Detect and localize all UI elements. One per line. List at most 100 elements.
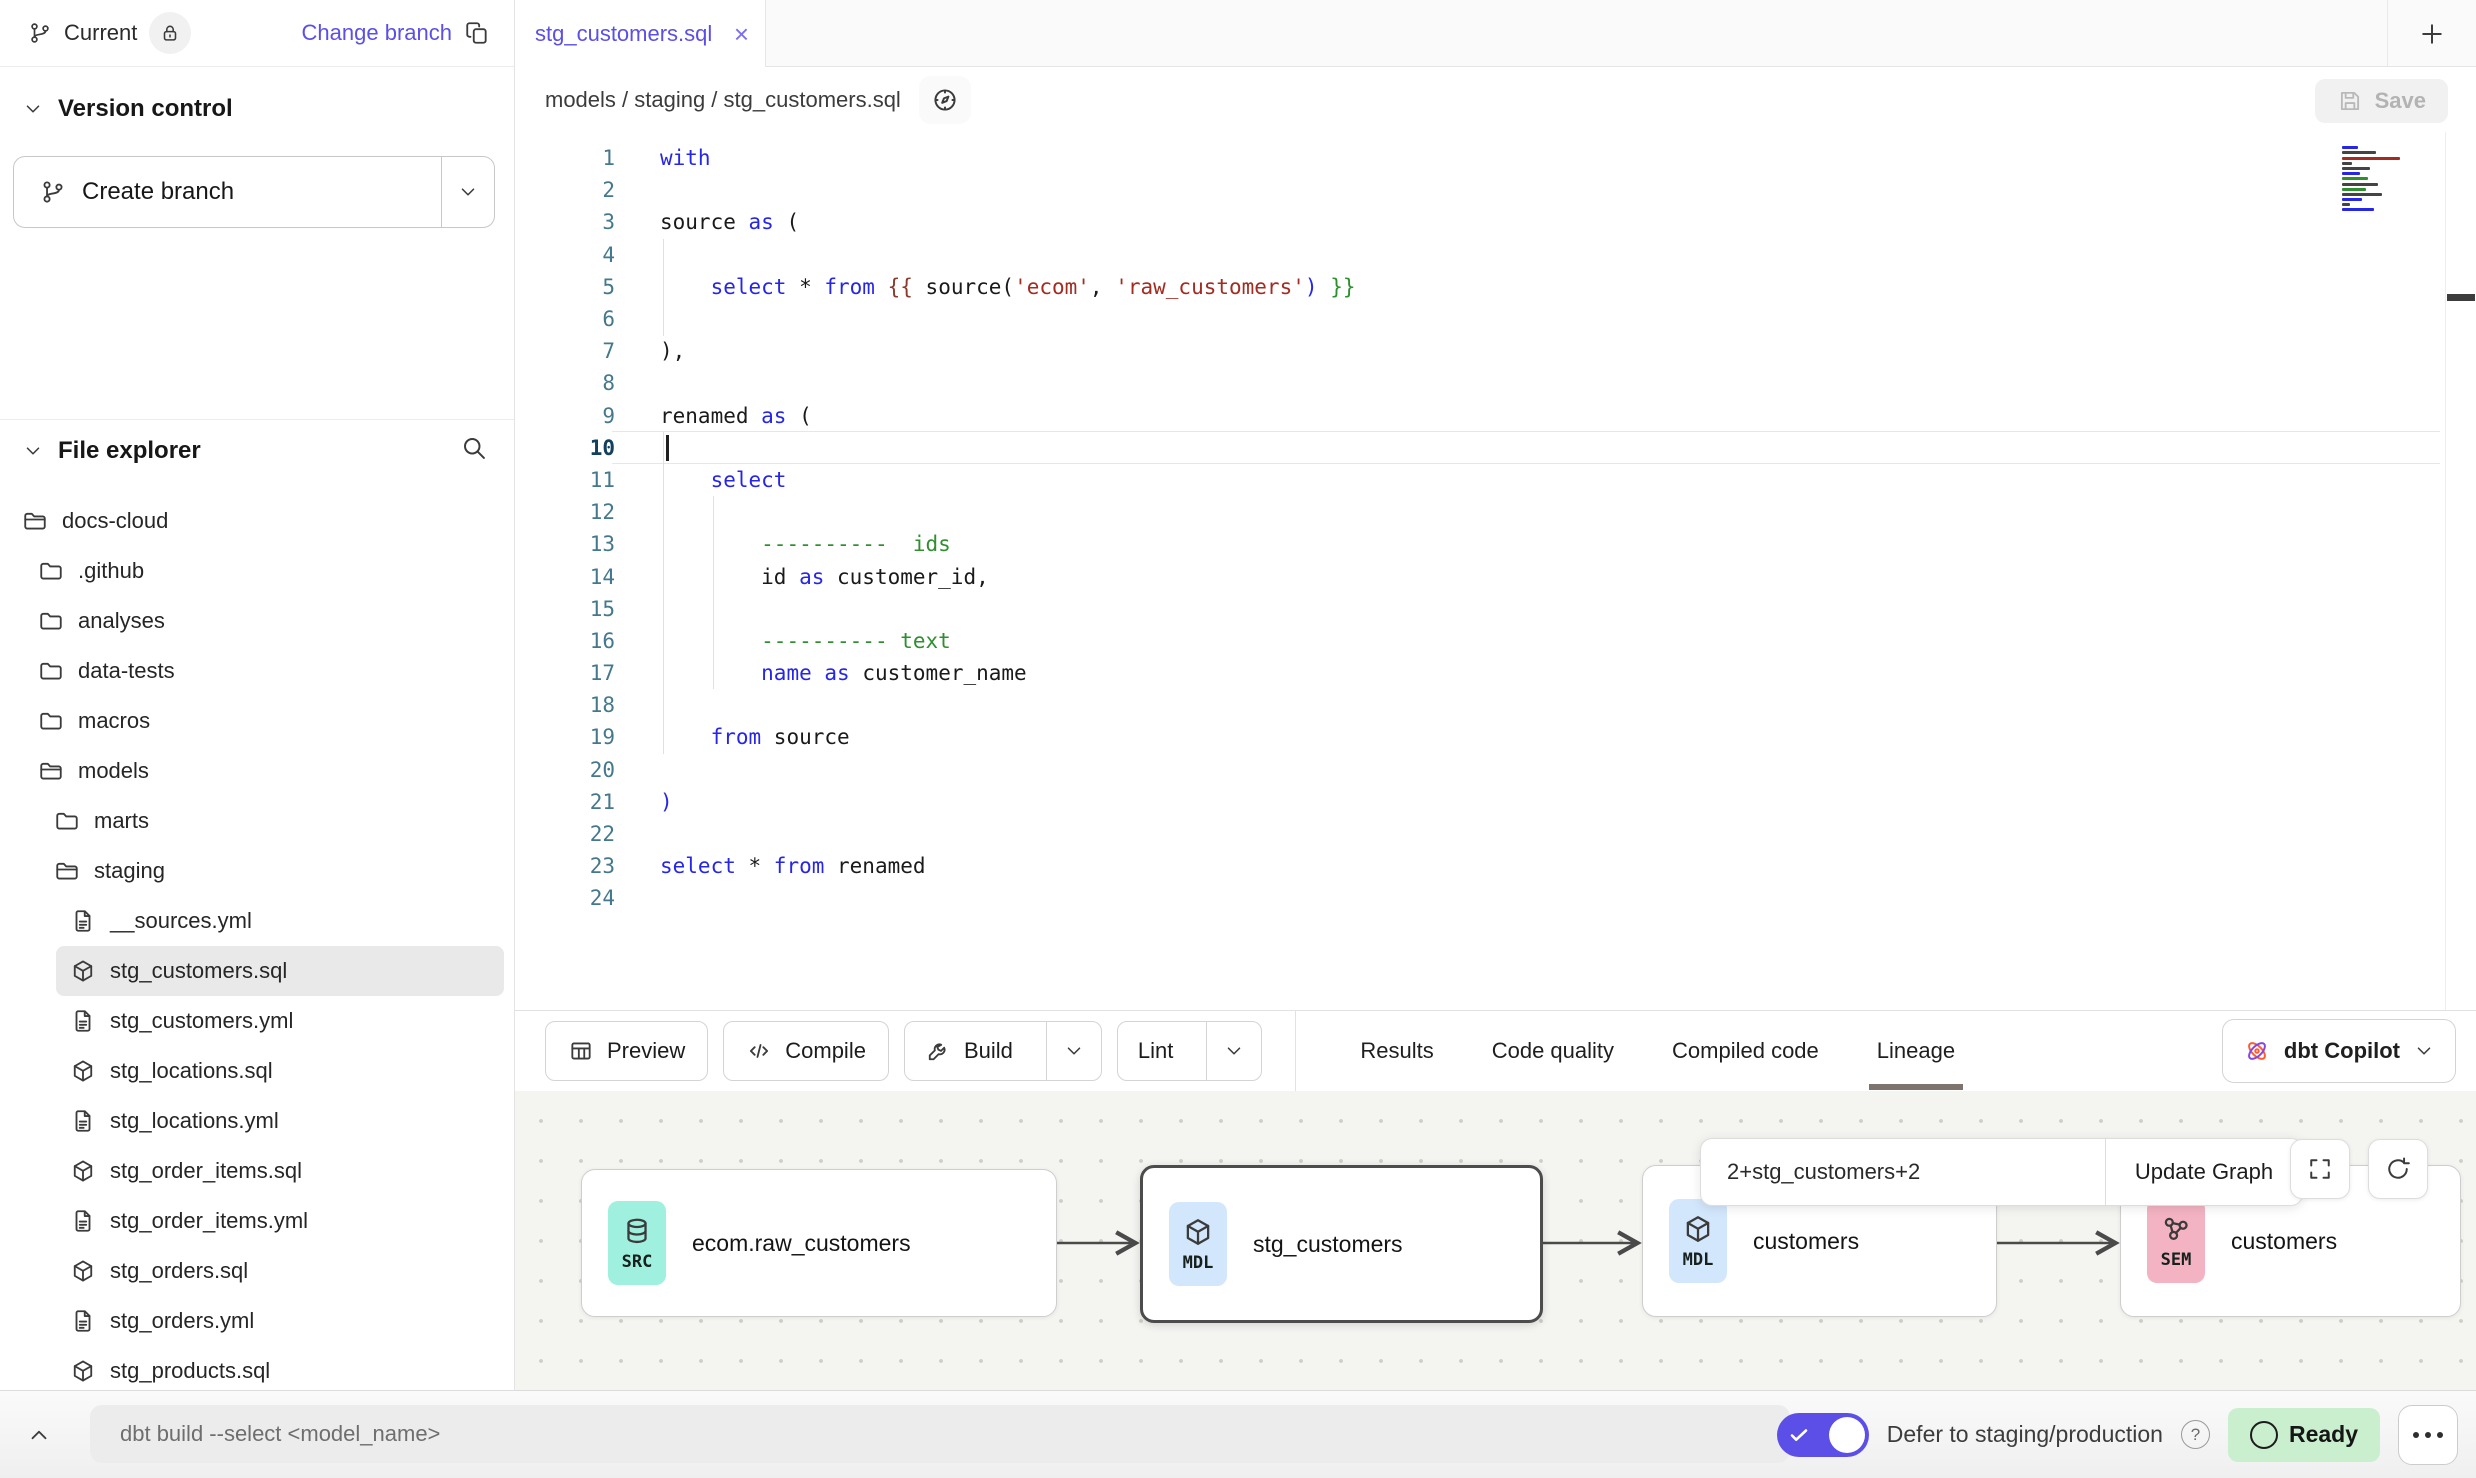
lineage-selector-input[interactable]: 2+stg_customers+2	[1700, 1138, 2105, 1206]
file-icon	[70, 1208, 96, 1234]
file-tree-item-stg_customers.sql[interactable]: stg_customers.sql	[56, 946, 504, 996]
line-code: from source	[615, 725, 850, 749]
editor-line-22[interactable]: 22	[515, 818, 2476, 850]
editor-line-13[interactable]: 13 ---------- ids	[515, 528, 2476, 560]
create-branch-button[interactable]: Create branch	[13, 156, 495, 228]
ready-status-button[interactable]: Ready	[2228, 1408, 2380, 1462]
create-branch-main[interactable]: Create branch	[14, 157, 441, 227]
lineage-node-ecom.raw_customers[interactable]: SRCecom.raw_customers	[581, 1169, 1057, 1317]
version-control-title: Version control	[58, 95, 233, 123]
file-tree-label: models	[78, 758, 149, 784]
build-button[interactable]: Build	[904, 1021, 1102, 1081]
editor-line-19[interactable]: 19 from source	[515, 721, 2476, 753]
file-tree-item-analyses[interactable]: analyses	[0, 596, 514, 646]
editor-line-8[interactable]: 8	[515, 367, 2476, 399]
file-tree-item-docs-cloud[interactable]: docs-cloud	[0, 496, 514, 546]
file-tree-item-stg_customers.yml[interactable]: stg_customers.yml	[0, 996, 514, 1046]
editor-line-5[interactable]: 5 select * from {{ source('ecom', 'raw_c…	[515, 271, 2476, 303]
editor-line-20[interactable]: 20	[515, 754, 2476, 786]
file-tree-item-marts[interactable]: marts	[0, 796, 514, 846]
more-options-button[interactable]	[2398, 1405, 2458, 1465]
fullscreen-button[interactable]	[2290, 1139, 2350, 1199]
change-branch-link[interactable]: Change branch	[302, 20, 452, 46]
version-control-header[interactable]: Version control	[0, 67, 514, 123]
new-tab-button[interactable]	[2387, 0, 2476, 67]
line-code: )	[615, 790, 673, 814]
file-tree-item-models[interactable]: models	[0, 746, 514, 796]
editor-line-17[interactable]: 17 name as customer_name	[515, 657, 2476, 689]
lint-main[interactable]: Lint	[1118, 1022, 1193, 1080]
file-tree-item-__sources.yml[interactable]: __sources.yml	[0, 896, 514, 946]
editor-line-16[interactable]: 16 ---------- text	[515, 625, 2476, 657]
compile-button[interactable]: Compile	[723, 1021, 889, 1081]
close-icon[interactable]: ×	[734, 21, 749, 47]
node-label: ecom.raw_customers	[692, 1230, 911, 1257]
tab-stg-customers-sql[interactable]: stg_customers.sql ×	[515, 0, 766, 67]
file-tree-item-stg_products.sql[interactable]: stg_products.sql	[0, 1346, 514, 1391]
editor-line-12[interactable]: 12	[515, 496, 2476, 528]
editor-line-23[interactable]: 23select * from renamed	[515, 850, 2476, 882]
file-tree-item-stg_order_items.sql[interactable]: stg_order_items.sql	[0, 1146, 514, 1196]
editor-line-15[interactable]: 15	[515, 593, 2476, 625]
file-tree-item-stg_orders.sql[interactable]: stg_orders.sql	[0, 1246, 514, 1296]
file-tree-item-stg_order_items.yml[interactable]: stg_order_items.yml	[0, 1196, 514, 1246]
code-editor[interactable]: 1with23source as (45 select * from {{ so…	[515, 132, 2476, 1010]
editor-tabbar: stg_customers.sql ×	[515, 0, 2476, 67]
preview-button[interactable]: Preview	[545, 1021, 708, 1081]
update-graph-button[interactable]: Update Graph	[2105, 1138, 2303, 1206]
tab-results[interactable]: Results	[1360, 1030, 1433, 1072]
copy-icon[interactable]	[464, 20, 490, 46]
lint-dropdown[interactable]	[1206, 1022, 1261, 1080]
editor-line-4[interactable]: 4	[515, 239, 2476, 271]
file-tree-item-macros[interactable]: macros	[0, 696, 514, 746]
build-main[interactable]: Build	[905, 1022, 1033, 1080]
chevron-up-icon[interactable]	[26, 1422, 52, 1448]
help-icon[interactable]: ?	[2181, 1420, 2210, 1449]
defer-toggle[interactable]	[1777, 1413, 1869, 1457]
line-number: 6	[515, 307, 615, 331]
build-dropdown[interactable]	[1046, 1022, 1101, 1080]
file-explorer-header[interactable]: File explorer	[0, 420, 514, 482]
copilot-compass-button[interactable]	[919, 76, 971, 124]
create-branch-dropdown[interactable]	[441, 157, 494, 227]
file-tree-item-stg_locations.yml[interactable]: stg_locations.yml	[0, 1096, 514, 1146]
search-icon[interactable]	[460, 434, 488, 462]
node-label: customers	[1753, 1228, 1859, 1255]
editor-line-3[interactable]: 3source as (	[515, 206, 2476, 238]
save-button[interactable]: Save	[2315, 79, 2448, 123]
editor-line-2[interactable]: 2	[515, 174, 2476, 206]
editor-minimap[interactable]	[2336, 140, 2454, 222]
line-number: 10	[515, 436, 615, 460]
chevron-down-icon	[2413, 1040, 2435, 1062]
file-tree-item-stg_orders.yml[interactable]: stg_orders.yml	[0, 1296, 514, 1346]
dbt-copilot-button[interactable]: dbt Copilot	[2222, 1019, 2456, 1083]
refresh-button[interactable]	[2368, 1139, 2428, 1199]
file-tree-item-stg_locations.sql[interactable]: stg_locations.sql	[0, 1046, 514, 1096]
file-tree-item-.github[interactable]: .github	[0, 546, 514, 596]
lineage-canvas[interactable]: SRCecom.raw_customersMDLstg_customersMDL…	[515, 1091, 2476, 1391]
file-tree-item-data-tests[interactable]: data-tests	[0, 646, 514, 696]
lineage-node-stg_customers[interactable]: MDLstg_customers	[1140, 1165, 1543, 1323]
editor-scrollbar[interactable]	[2445, 132, 2476, 1010]
editor-line-21[interactable]: 21)	[515, 786, 2476, 818]
editor-line-6[interactable]: 6	[515, 303, 2476, 335]
tab-compiled-code[interactable]: Compiled code	[1672, 1030, 1819, 1072]
editor-line-11[interactable]: 11 select	[515, 464, 2476, 496]
lint-button[interactable]: Lint	[1117, 1021, 1262, 1081]
editor-line-24[interactable]: 24	[515, 882, 2476, 914]
folder-open-icon	[54, 858, 80, 884]
save-icon	[2337, 88, 2363, 114]
tab-code-quality[interactable]: Code quality	[1492, 1030, 1614, 1072]
editor-line-9[interactable]: 9renamed as (	[515, 400, 2476, 432]
editor-line-18[interactable]: 18	[515, 689, 2476, 721]
editor-line-10[interactable]: 10	[515, 432, 2476, 464]
scrollbar-thumb[interactable]	[2447, 294, 2475, 301]
tab-lineage[interactable]: Lineage	[1877, 1030, 1955, 1072]
editor-line-14[interactable]: 14 id as customer_id,	[515, 560, 2476, 592]
editor-line-1[interactable]: 1with	[515, 142, 2476, 174]
line-code: name as customer_name	[615, 661, 1027, 685]
file-tree-item-staging[interactable]: staging	[0, 846, 514, 896]
editor-line-7[interactable]: 7),	[515, 335, 2476, 367]
command-input[interactable]: dbt build --select <model_name>	[90, 1405, 1790, 1463]
file-tree-label: staging	[94, 858, 165, 884]
